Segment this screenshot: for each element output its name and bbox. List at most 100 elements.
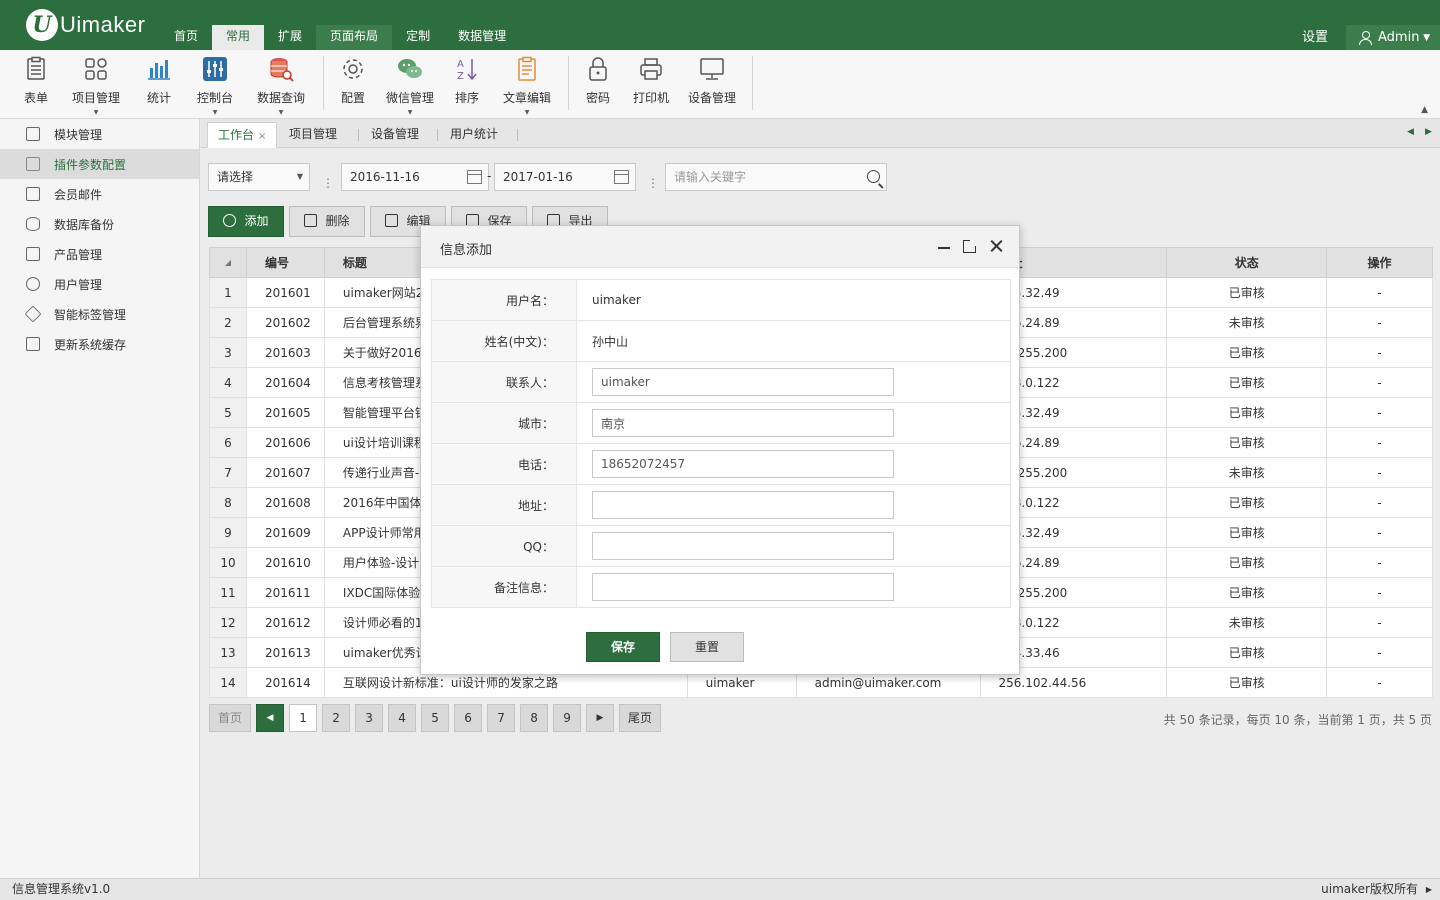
- pager-page[interactable]: 9: [553, 704, 582, 732]
- pager-page[interactable]: 3: [355, 704, 384, 732]
- pager-last[interactable]: 尾页: [619, 704, 662, 732]
- cell-action[interactable]: -: [1326, 607, 1433, 638]
- sidebar-item-member-mail[interactable]: 会员邮件: [0, 179, 199, 209]
- tab-user-stats[interactable]: 用户统计: [440, 122, 508, 148]
- sidebar-item-tags[interactable]: 智能标签管理: [0, 299, 199, 329]
- pager-prev[interactable]: ◀: [256, 704, 285, 732]
- tool-stats[interactable]: 统计: [145, 56, 173, 106]
- cell-action[interactable]: -: [1326, 277, 1433, 308]
- form-label: 电话：: [431, 443, 577, 485]
- pager-page[interactable]: 4: [388, 704, 417, 732]
- add-button[interactable]: 添加: [208, 206, 284, 237]
- cell-action[interactable]: -: [1326, 457, 1433, 488]
- qq-field[interactable]: [592, 532, 894, 560]
- pager-page[interactable]: 6: [454, 704, 483, 732]
- collapse-toolbar-icon[interactable]: ▲: [1421, 105, 1428, 115]
- tool-console[interactable]: 控制台 ▼: [196, 56, 234, 116]
- tool-printer[interactable]: 打印机: [631, 56, 671, 106]
- calendar-icon[interactable]: [467, 170, 482, 184]
- tab-next-icon[interactable]: ▶: [1425, 127, 1432, 137]
- cell-action[interactable]: -: [1326, 337, 1433, 368]
- dialog-save-button[interactable]: 保存: [586, 632, 660, 662]
- cell-action[interactable]: -: [1326, 367, 1433, 398]
- settings-link[interactable]: 设置: [1284, 25, 1346, 50]
- toolbar-divider: [323, 56, 324, 110]
- pager-first[interactable]: 首页: [209, 704, 252, 732]
- cell-action[interactable]: -: [1326, 637, 1433, 668]
- tool-sort[interactable]: AZ 排序: [453, 56, 481, 106]
- pager-page[interactable]: 1: [289, 704, 318, 732]
- pager-page[interactable]: 5: [421, 704, 450, 732]
- tool-article-edit[interactable]: 文章编辑 ▼: [501, 56, 553, 116]
- pager-page[interactable]: 8: [520, 704, 549, 732]
- form-row: 备注信息：: [431, 566, 1011, 608]
- city-field[interactable]: [592, 409, 894, 437]
- status-select[interactable]: 请选择 ▼: [208, 163, 310, 191]
- document-edit-icon: [518, 56, 536, 81]
- column-header-status[interactable]: 状态: [1166, 247, 1328, 278]
- tab-projects[interactable]: 项目管理: [279, 122, 347, 148]
- cell-action[interactable]: -: [1326, 577, 1433, 608]
- sidebar-item-cache[interactable]: 更新系统缓存: [0, 329, 199, 359]
- sidebar-item-db-backup[interactable]: 数据库备份: [0, 209, 199, 239]
- user-menu[interactable]: Admin ▼: [1346, 25, 1440, 50]
- chevron-right-icon[interactable]: ▶: [1426, 879, 1432, 900]
- cell-action[interactable]: -: [1326, 547, 1433, 578]
- contact-field[interactable]: [592, 368, 894, 396]
- nav-home[interactable]: 首页: [160, 25, 212, 50]
- cell-action[interactable]: -: [1326, 307, 1433, 338]
- nav-common[interactable]: 常用: [212, 25, 265, 50]
- user-icon: [1358, 30, 1372, 45]
- close-icon[interactable]: [988, 238, 1004, 254]
- form-label: 用户名：: [431, 279, 577, 321]
- phone-field[interactable]: [592, 450, 894, 478]
- grid-apps-icon: [85, 58, 107, 80]
- tool-form[interactable]: 表单: [22, 56, 50, 106]
- cell-action[interactable]: -: [1326, 487, 1433, 518]
- cell-action[interactable]: -: [1326, 397, 1433, 428]
- tab-label: 用户统计: [450, 127, 499, 141]
- nav-extend[interactable]: 扩展: [264, 25, 316, 50]
- minimize-icon[interactable]: [936, 238, 952, 254]
- nav-data[interactable]: 数据管理: [444, 25, 520, 50]
- nav-layout[interactable]: 页面布局: [316, 25, 393, 50]
- delete-button[interactable]: 删除: [289, 206, 365, 237]
- pager-page[interactable]: 7: [487, 704, 516, 732]
- logo[interactable]: U Uimaker: [26, 8, 145, 42]
- tool-password[interactable]: 密码: [584, 56, 612, 106]
- cell-action[interactable]: -: [1326, 427, 1433, 458]
- cell-action[interactable]: -: [1326, 517, 1433, 548]
- calendar-icon[interactable]: [614, 170, 629, 184]
- tool-devices[interactable]: 设备管理: [686, 56, 738, 106]
- column-header-id[interactable]: 编号: [245, 247, 325, 278]
- tab-prev-icon[interactable]: ◀: [1407, 127, 1414, 137]
- select-all-corner[interactable]: ◢: [209, 247, 247, 278]
- tool-projects[interactable]: 项目管理 ▼: [70, 56, 122, 116]
- date-from-input[interactable]: 2016-11-16: [341, 163, 489, 191]
- sidebar-item-plugin-config[interactable]: 插件参数配置: [0, 149, 199, 179]
- product-icon: [26, 247, 40, 261]
- tool-config[interactable]: 配置: [339, 56, 367, 106]
- pager-next[interactable]: ▶: [586, 704, 615, 732]
- cell-action[interactable]: -: [1326, 667, 1433, 698]
- sidebar-item-users[interactable]: 用户管理: [0, 269, 199, 299]
- nav-custom[interactable]: 定制: [392, 25, 444, 50]
- maximize-icon[interactable]: [963, 239, 977, 253]
- sidebar-item-products[interactable]: 产品管理: [0, 239, 199, 269]
- tool-data-query[interactable]: 数据查询 ▼: [255, 56, 307, 116]
- form-cell: [576, 361, 1011, 403]
- remarks-field[interactable]: [592, 573, 894, 601]
- close-icon[interactable]: ×: [258, 131, 266, 142]
- tool-wechat[interactable]: 微信管理 ▼: [384, 56, 436, 116]
- cache-icon: [26, 337, 40, 351]
- address-field[interactable]: [592, 491, 894, 519]
- pager-page[interactable]: 2: [322, 704, 351, 732]
- filter-separator: ⋮: [647, 176, 659, 190]
- date-to-input[interactable]: 2017-01-16: [494, 163, 636, 191]
- dialog-reset-button[interactable]: 重置: [670, 632, 744, 662]
- tab-workbench[interactable]: 工作台 ×: [207, 122, 278, 148]
- search-input[interactable]: 请输入关键字: [665, 163, 887, 191]
- sidebar-item-modules[interactable]: 模块管理: [0, 119, 199, 149]
- search-icon[interactable]: [867, 170, 880, 183]
- tab-devices[interactable]: 设备管理: [361, 122, 429, 148]
